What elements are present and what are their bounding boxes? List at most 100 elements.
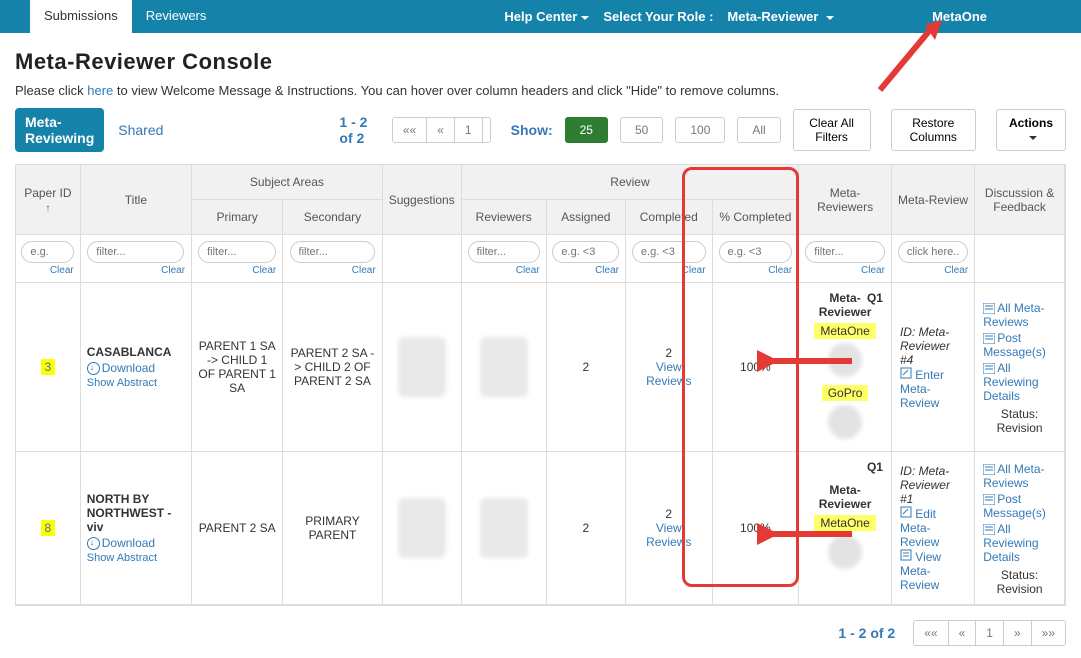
filter-assigned[interactable] — [552, 241, 619, 263]
pager-bottom: «« « 1 » »» — [913, 620, 1066, 646]
all-reviewing-details-link[interactable]: All Reviewing Details — [983, 361, 1056, 403]
post-messages-link[interactable]: Post Message(s) — [983, 492, 1056, 520]
clear-pct[interactable]: Clear — [717, 265, 793, 276]
pagesize-50[interactable]: 50 — [620, 117, 663, 143]
paper-id-link[interactable]: 8 — [41, 520, 56, 536]
shared-link[interactable]: Shared — [118, 122, 163, 138]
submissions-table: Paper ID Title Subject Areas Suggestions… — [15, 164, 1066, 606]
pagesize-25[interactable]: 25 — [565, 117, 608, 143]
list-icon — [900, 549, 912, 561]
pager-next[interactable]: » — [483, 118, 491, 142]
all-meta-reviews-link[interactable]: All Meta-Reviews — [983, 462, 1056, 490]
col-primary[interactable]: Primary — [192, 200, 283, 235]
clear-secondary[interactable]: Clear — [287, 265, 375, 276]
pagesize-100[interactable]: 100 — [675, 117, 725, 143]
post-messages-link[interactable]: Post Message(s) — [983, 331, 1056, 359]
meta-reviewer-name[interactable]: MetaOne — [814, 323, 875, 339]
meta-reviewing-pill[interactable]: Meta-Reviewing — [15, 108, 104, 152]
quarter-label: Q1 — [867, 291, 883, 305]
filter-secondary[interactable] — [290, 241, 376, 263]
restore-columns-button[interactable]: Restore Columns — [891, 109, 976, 151]
pagesize-all[interactable]: All — [737, 117, 780, 143]
view-meta-review-link[interactable]: View Meta-Review — [900, 550, 941, 592]
filter-meta-review[interactable] — [898, 241, 969, 263]
filter-pct[interactable] — [719, 241, 793, 263]
list-icon — [983, 464, 995, 475]
clear-paper-id[interactable]: Clear — [20, 265, 74, 276]
meta-reviewer-name[interactable]: MetaOne — [814, 515, 875, 531]
clear-primary[interactable]: Clear — [196, 265, 276, 276]
tab-submissions[interactable]: Submissions — [30, 0, 132, 33]
show-abstract-link[interactable]: Show Abstract — [87, 377, 185, 389]
table-row: 8 NORTH BY NORTHWEST - viv Download Show… — [16, 452, 1065, 605]
col-completed[interactable]: Completed — [626, 200, 713, 235]
range-label: 1 - 2 of 2 — [339, 114, 375, 146]
assigned-count: 2 — [547, 452, 626, 605]
clear-meta-reviewers[interactable]: Clear — [803, 265, 885, 276]
col-paper-id[interactable]: Paper ID — [16, 165, 81, 235]
clear-meta-review[interactable]: Clear — [896, 265, 968, 276]
instructions: Please click here to view Welcome Messag… — [15, 83, 1066, 98]
status-label: Status: Revision — [983, 568, 1056, 596]
meta-reviewer-label: Meta-Reviewer — [819, 291, 872, 319]
pager-page-1[interactable]: 1 — [976, 621, 1004, 645]
role-selector[interactable]: Meta-Reviewer — [727, 9, 834, 24]
list-icon — [983, 363, 995, 374]
clear-reviewers[interactable]: Clear — [466, 265, 540, 276]
show-abstract-link[interactable]: Show Abstract — [87, 552, 185, 564]
col-title[interactable]: Title — [81, 165, 192, 235]
list-icon — [983, 333, 995, 344]
enter-meta-review-link[interactable]: Enter Meta-Review — [900, 368, 944, 410]
subject-secondary: PARENT 2 SA -> CHILD 2 OF PARENT 2 SA — [283, 283, 382, 452]
reviewers-blurred — [480, 498, 528, 558]
view-reviews-link[interactable]: View Reviews — [646, 521, 691, 549]
col-discussion[interactable]: Discussion & Feedback — [975, 165, 1065, 235]
pager-first[interactable]: «« — [393, 118, 427, 142]
pager-page-1[interactable]: 1 — [455, 118, 483, 142]
filter-meta-reviewers[interactable] — [805, 241, 885, 263]
sort-asc-icon — [45, 200, 50, 214]
download-icon — [87, 537, 100, 550]
completed-count: 2 — [665, 507, 672, 521]
filter-reviewers[interactable] — [468, 241, 540, 263]
actions-button[interactable]: Actions — [996, 109, 1066, 151]
help-center-link[interactable]: Help Center — [504, 9, 589, 24]
pager-prev[interactable]: « — [949, 621, 977, 645]
col-meta-review[interactable]: Meta-Review — [892, 165, 975, 235]
pager-top: «« « 1 » »» — [392, 117, 491, 143]
col-reviewers[interactable]: Reviewers — [462, 200, 547, 235]
filter-primary[interactable] — [198, 241, 276, 263]
paper-id-link[interactable]: 3 — [41, 359, 56, 375]
meta-reviewer-name[interactable]: GoPro — [822, 385, 869, 401]
col-review[interactable]: Review — [462, 165, 799, 200]
top-nav: Submissions Reviewers Help Center Select… — [0, 0, 1081, 33]
clear-title[interactable]: Clear — [85, 265, 185, 276]
edit-icon — [900, 506, 912, 518]
filter-completed[interactable] — [632, 241, 706, 263]
tab-reviewers[interactable]: Reviewers — [132, 0, 221, 33]
pager-last[interactable]: »» — [1032, 621, 1065, 645]
pager-prev[interactable]: « — [427, 118, 455, 142]
download-link[interactable]: Download — [87, 361, 155, 375]
edit-meta-review-link[interactable]: Edit Meta-Review — [900, 507, 939, 549]
view-reviews-link[interactable]: View Reviews — [646, 360, 691, 388]
filter-title[interactable] — [87, 241, 184, 263]
col-suggestions[interactable]: Suggestions — [383, 165, 462, 235]
all-reviewing-details-link[interactable]: All Reviewing Details — [983, 522, 1056, 564]
avatar-blurred — [828, 343, 862, 377]
all-meta-reviews-link[interactable]: All Meta-Reviews — [983, 301, 1056, 329]
pager-next[interactable]: » — [1004, 621, 1032, 645]
col-secondary[interactable]: Secondary — [283, 200, 382, 235]
col-meta-reviewers[interactable]: Meta-Reviewers — [799, 165, 892, 235]
col-assigned[interactable]: Assigned — [547, 200, 626, 235]
clear-all-filters-button[interactable]: Clear All Filters — [793, 109, 871, 151]
clear-completed[interactable]: Clear — [630, 265, 706, 276]
col-pct-completed[interactable]: % Completed — [713, 200, 800, 235]
pager-first[interactable]: «« — [914, 621, 948, 645]
instructions-here-link[interactable]: here — [87, 83, 113, 98]
filter-paper-id[interactable] — [21, 241, 74, 263]
clear-assigned[interactable]: Clear — [551, 265, 619, 276]
col-subject-areas[interactable]: Subject Areas — [192, 165, 383, 200]
range-label-bottom: 1 - 2 of 2 — [838, 625, 895, 641]
download-link[interactable]: Download — [87, 536, 155, 550]
